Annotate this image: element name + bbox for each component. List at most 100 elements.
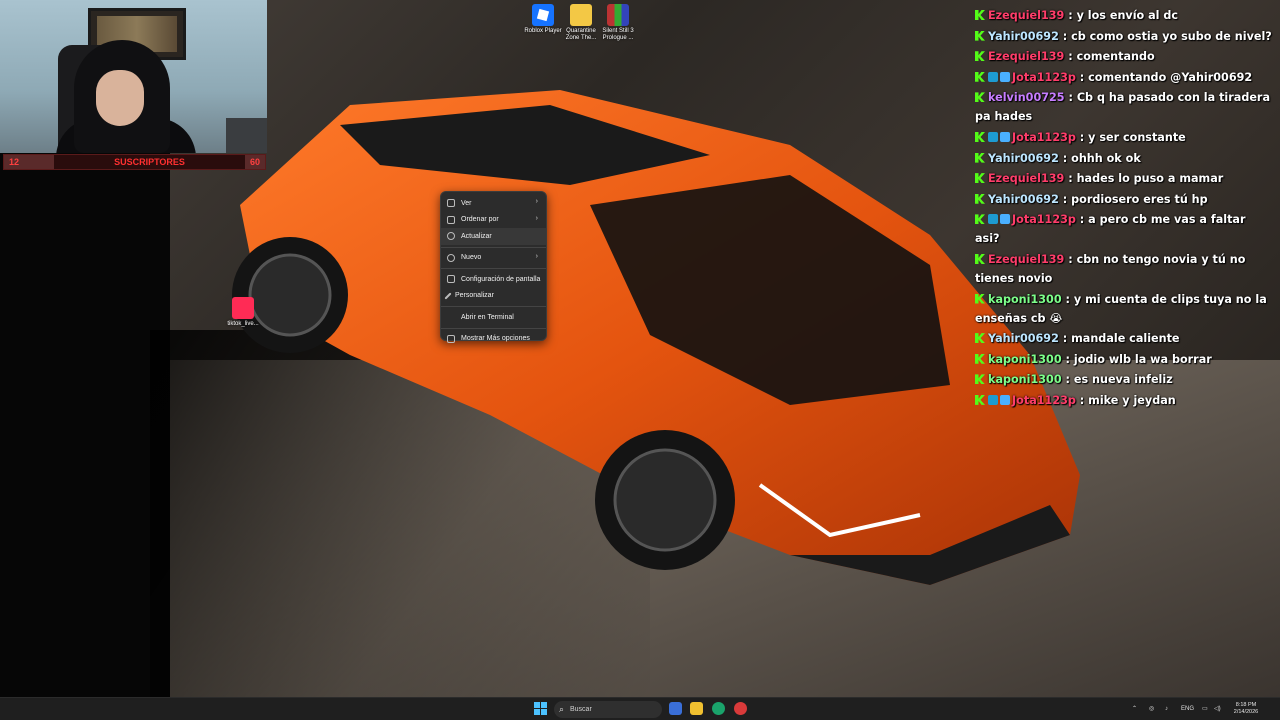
chat-separator: : — [1061, 292, 1074, 306]
chat-username[interactable]: Ezequiel139 — [988, 9, 1064, 22]
chat-username[interactable]: Yahir00692 — [988, 332, 1059, 345]
menu-item-abrir-terminal[interactable]: Abrir en Terminal — [441, 309, 546, 326]
chat-text: es nueva infeliz — [1073, 373, 1173, 387]
kick-icon — [975, 173, 985, 184]
kick-icon — [975, 71, 985, 82]
chat-separator: : — [1064, 50, 1077, 64]
desktop-icon-quarantine-zone[interactable]: Quarantine Zone The... — [561, 4, 601, 42]
kick-icon — [975, 92, 985, 103]
kick-icon — [975, 353, 985, 364]
refresh-icon — [447, 232, 455, 241]
desktop-icon-roblox[interactable]: Roblox Player — [523, 4, 563, 35]
chat-separator: : — [1075, 130, 1089, 144]
chrome-icon[interactable] — [734, 702, 747, 715]
chat-message: kelvin00725 : Cb q ha pasado con la tira… — [972, 88, 1272, 126]
chat-message: kaponi1300 : es nueva infeliz — [972, 370, 1272, 389]
chat-message: Ezequiel139 : hades lo puso a mamar — [972, 169, 1272, 188]
chat-message: Yahir00692 : ohhh ok ok — [972, 149, 1272, 168]
taskbar-search[interactable]: Buscar — [554, 701, 662, 718]
chat-separator: : — [1058, 29, 1072, 43]
clock-date: 2/14/2026 — [1233, 709, 1259, 715]
subscriber-goal: 60 — [245, 155, 265, 169]
chat-message: Ezequiel139 : y los envío al dc — [972, 6, 1272, 25]
menu-item-personalizar[interactable]: Personalizar — [441, 288, 546, 305]
task-view-icon[interactable] — [669, 702, 682, 715]
menu-item-ver[interactable]: Ver › — [441, 195, 546, 212]
chat-text: mike y jeydan — [1088, 393, 1176, 407]
chat-username[interactable]: Ezequiel139 — [988, 50, 1064, 63]
tiktok-icon — [232, 297, 254, 319]
chat-username[interactable]: kaponi1300 — [988, 353, 1062, 366]
menu-item-actualizar[interactable]: Actualizar — [441, 228, 546, 245]
menu-item-label: Personalizar — [455, 292, 494, 300]
chat-username[interactable]: Jota1123p — [1012, 131, 1076, 144]
chat-text: y ser constante — [1088, 130, 1186, 144]
chat-username[interactable]: kaponi1300 — [988, 373, 1062, 386]
chat-username[interactable]: Jota1123p — [1012, 213, 1076, 226]
start-button[interactable] — [534, 702, 547, 715]
chat-username[interactable]: Yahir00692 — [988, 152, 1059, 165]
chevron-right-icon: › — [535, 252, 538, 260]
chat-separator: : — [1061, 373, 1074, 387]
menu-item-mas-opciones[interactable]: Mostrar Más opciones — [441, 331, 546, 348]
chat-username[interactable]: kaponi1300 — [988, 293, 1062, 306]
chat-username[interactable]: Jota1123p — [1012, 394, 1076, 407]
chat-username[interactable]: Yahir00692 — [988, 193, 1059, 206]
menu-item-configuracion-pantalla[interactable]: Configuración de pantalla — [441, 271, 546, 288]
desktop-context-menu: Ver › Ordenar por › Actualizar Nuevo › C… — [440, 191, 547, 343]
kick-icon — [975, 394, 985, 405]
desktop-icon-silent-still[interactable]: Silent Still 3 Prologue ... — [598, 4, 638, 42]
network-icon[interactable]: ▭ — [1202, 698, 1208, 720]
chat-badge-icon — [1000, 214, 1010, 225]
chat-message: Jota1123p : y ser constante — [972, 128, 1272, 147]
chat-text: hades lo puso a mamar — [1076, 172, 1224, 186]
chevron-right-icon: › — [535, 198, 538, 205]
kick-icon — [975, 30, 985, 41]
desktop-icon-label: tiktok_live... — [227, 321, 259, 327]
chat-message: Jota1123p : comentando @Yahir00692 — [972, 68, 1272, 87]
chat-username[interactable]: Ezequiel139 — [988, 253, 1064, 266]
chat-text: comentando — [1076, 50, 1155, 64]
taskbar: Buscar ⌃ ◎ ♪ ENG ▭ ◁) 8:18 PM 2/14/2026 — [0, 697, 1280, 720]
chat-badge-icon — [988, 131, 998, 142]
chat-username[interactable]: Jota1123p — [1012, 71, 1076, 84]
subscriber-goal-bar: 12 SUSCRIPTORES 60 — [3, 154, 266, 170]
webcam-overlay — [0, 0, 267, 153]
chat-separator: : — [1064, 252, 1077, 266]
desktop-icon-label: Silent Still 3 Prologue ... — [602, 28, 634, 41]
car-wallpaper-image — [232, 90, 1080, 585]
chat-separator: : — [1058, 332, 1072, 346]
chat-badge-icon — [1000, 394, 1010, 405]
chevron-up-icon[interactable]: ⌃ — [1132, 698, 1137, 720]
taskbar-clock[interactable]: 8:18 PM 2/14/2026 — [1228, 702, 1264, 716]
menu-item-label: Mostrar Más opciones — [461, 335, 530, 343]
menu-item-label: Nuevo — [461, 254, 482, 262]
kick-icon — [975, 152, 985, 163]
display-icon — [447, 275, 455, 284]
menu-item-label: Ordenar por — [461, 216, 499, 224]
menu-separator — [441, 327, 546, 329]
chat-separator: : — [1064, 172, 1077, 186]
chat-text: ohhh ok ok — [1071, 151, 1141, 165]
desktop-icon-tiktok[interactable]: tiktok_live... — [223, 297, 263, 328]
kick-icon — [975, 333, 985, 344]
kick-icon — [975, 10, 985, 20]
volume-icon[interactable]: ◁) — [1214, 698, 1221, 720]
chat-separator: : — [1058, 192, 1072, 206]
chat-username[interactable]: kelvin00725 — [988, 91, 1065, 104]
grid-icon — [447, 199, 455, 208]
file-explorer-icon[interactable] — [690, 702, 703, 715]
language-indicator[interactable]: ENG — [1181, 698, 1194, 720]
chat-username[interactable]: Yahir00692 — [988, 30, 1059, 43]
folder-icon — [570, 4, 592, 26]
chat-username[interactable]: Ezequiel139 — [988, 172, 1064, 185]
menu-item-ordenar-por[interactable]: Ordenar por › — [441, 212, 546, 229]
chat-message: Yahir00692 : pordiosero eres tú hp — [972, 190, 1272, 209]
chevron-right-icon: › — [535, 214, 538, 222]
shield-icon[interactable]: ◎ — [1149, 698, 1154, 720]
chat-text: mandale caliente — [1071, 332, 1180, 346]
edge-icon[interactable] — [712, 702, 725, 715]
brush-icon — [444, 292, 452, 300]
microphone-icon[interactable]: ♪ — [1165, 698, 1168, 720]
menu-item-nuevo[interactable]: Nuevo › — [441, 250, 546, 267]
